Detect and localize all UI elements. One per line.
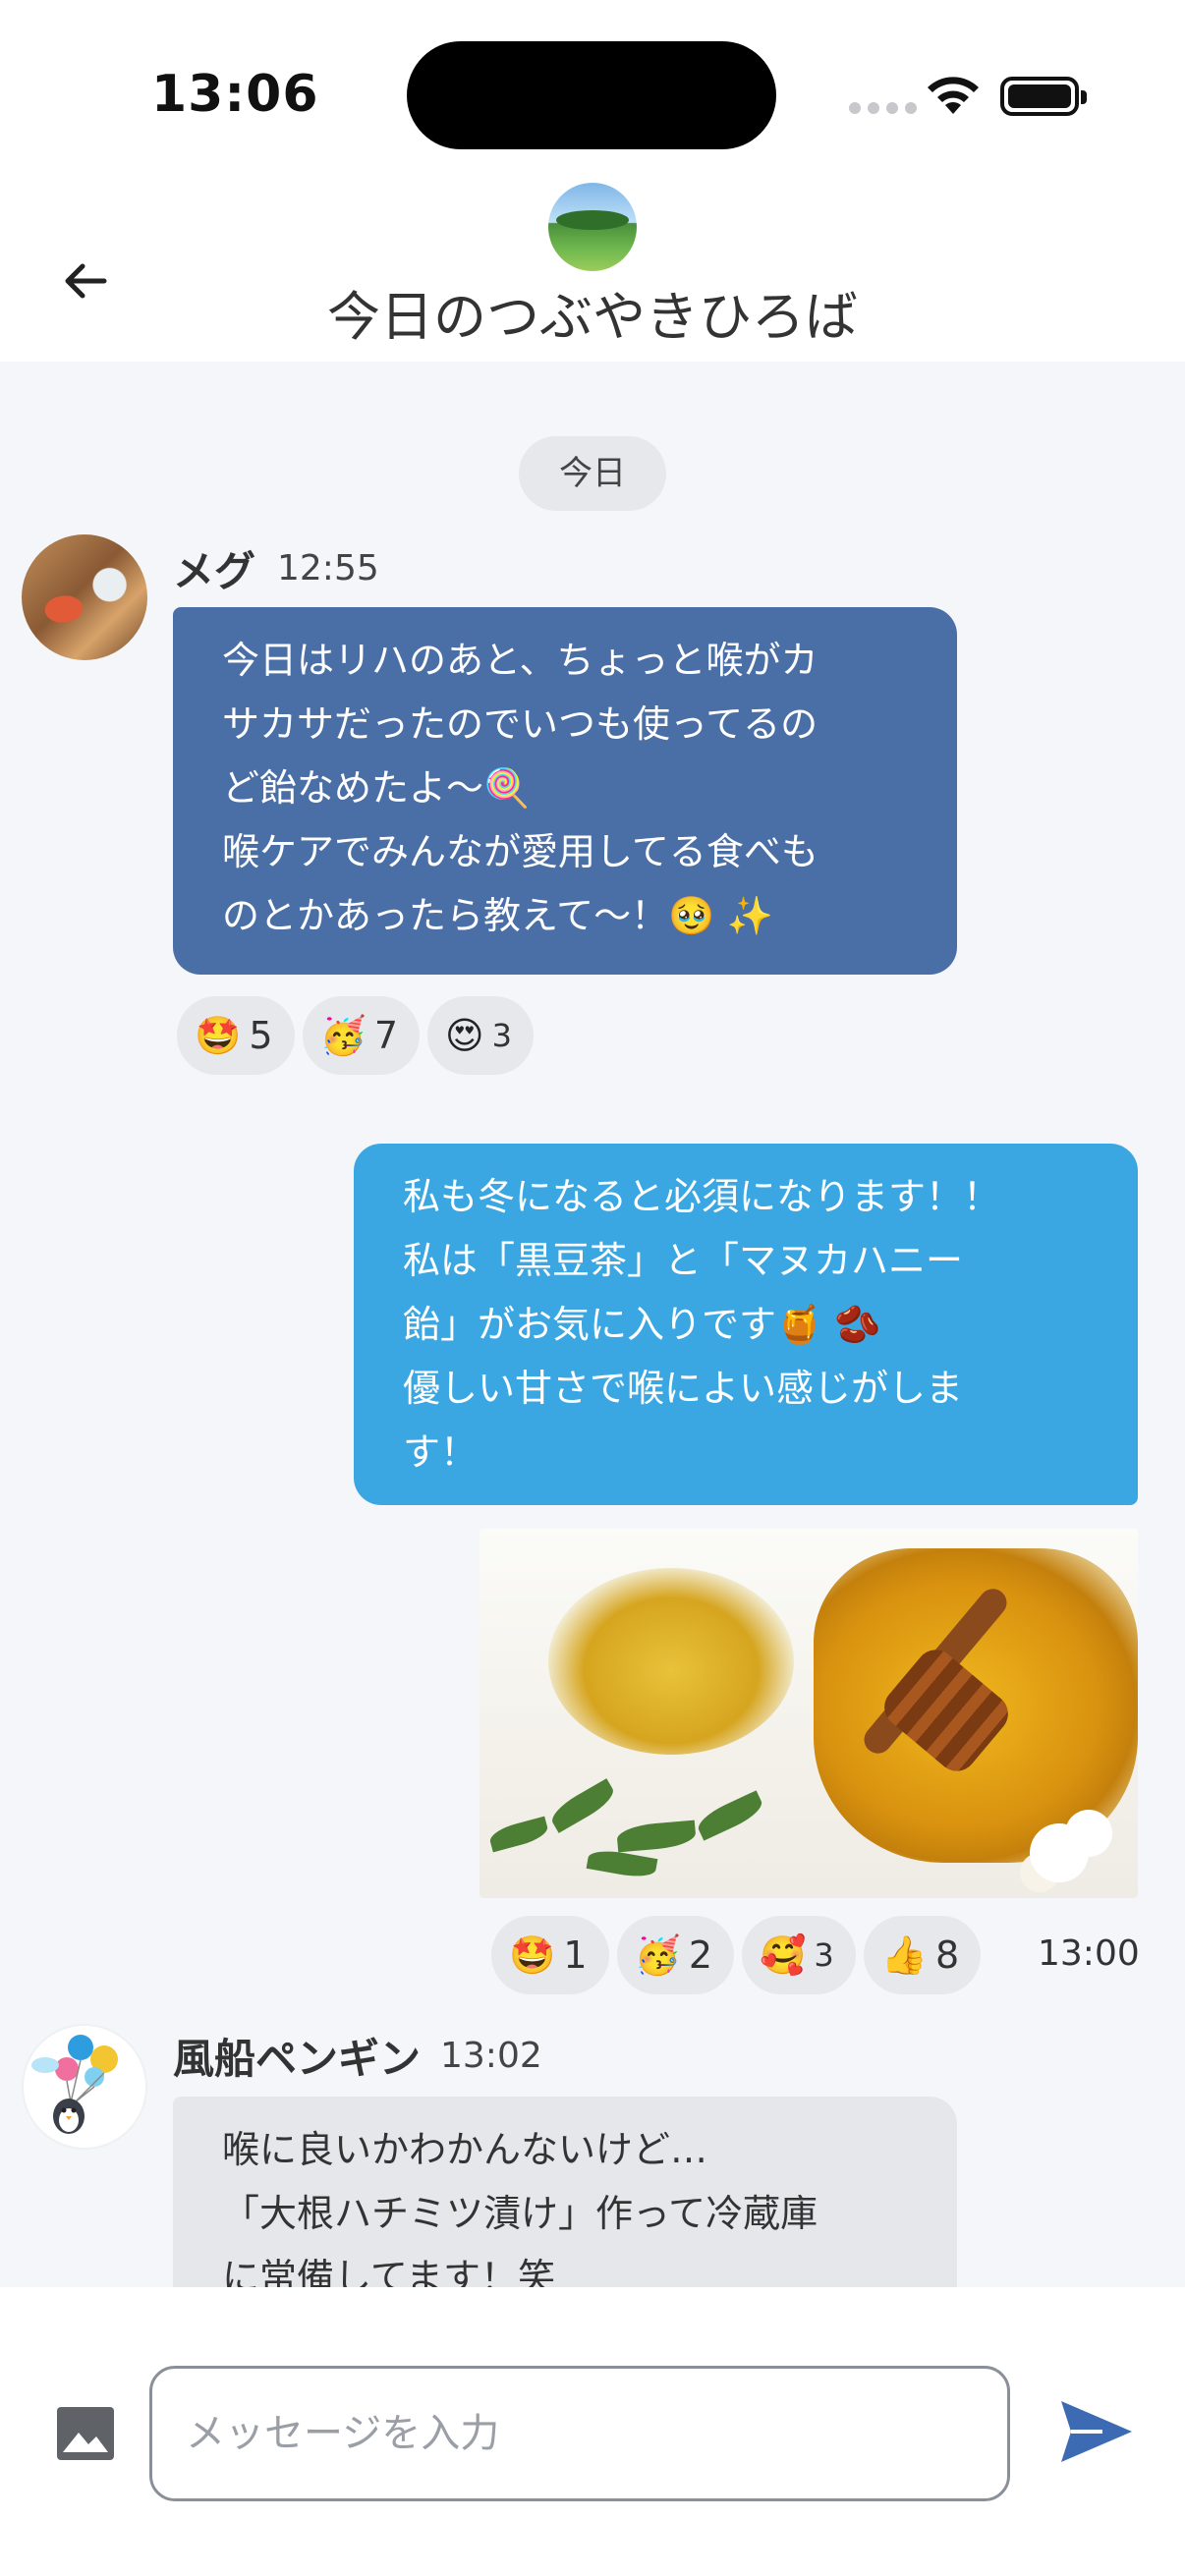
balloon-penguin-icon [31,2035,118,2134]
chat-header: 今日のつぶやきひろば [0,177,1185,362]
message-time: 13:02 [440,2036,542,2076]
message-text-line: 私も冬になると必須になります！！ [403,1175,1001,1218]
image-icon[interactable] [55,2403,116,2464]
reaction-bar: 🤩 1 🥳 2 🥰 3 👍 8 [491,1916,982,1994]
thumbs-up-emoji: 👍 [880,1933,929,1977]
message-bubble-outgoing[interactable]: 私も冬になると必須になります！！ 私は「黒豆茶」と「マヌカハニー 飴」がお気に入… [354,1144,1138,1505]
reaction-count: 3 [491,1017,513,1054]
honey-bowl [548,1568,794,1755]
status-bar: 13:06 [0,0,1185,177]
room-avatar[interactable] [548,183,637,271]
reaction-bar: 🤩 5 🥳 7 😍 3 [177,996,535,1075]
message-bubble[interactable]: 今日はリハのあと、ちょっと喉がカ サカサだったのでいつも使ってるの ど飴なめたよ… [173,607,957,975]
message-text-line: ど飴なめたよ〜🍭 [222,766,531,810]
message-time: 13:00 [1038,1933,1140,1974]
message-text-line: 私は「黒豆茶」と「マヌカハニー [403,1239,964,1282]
star-struck-emoji: 🤩 [509,1933,556,1977]
reaction-count: 7 [373,1014,399,1057]
leaf [487,1816,550,1853]
message-text-line: に常備してます！笑 [222,2256,555,2287]
reaction-chip[interactable]: 🤩 5 [177,996,295,1075]
dynamic-island [407,41,776,149]
honey-photo[interactable] [480,1529,1138,1898]
room-title: 今日のつぶやきひろば [327,286,858,348]
message-time: 12:55 [277,548,379,588]
reaction-chip[interactable]: 🤩 1 [491,1916,609,1994]
status-time: 13:06 [151,65,319,124]
reaction-count: 8 [935,1933,960,1977]
message-input[interactable] [149,2366,1010,2501]
message-text-line: 飴」がお気に入りです🍯 🫘 [403,1303,881,1346]
reaction-count: 3 [814,1936,834,1974]
leaf [616,1820,697,1853]
sender-name[interactable]: メグ [173,538,255,598]
message-text-line: す！ [403,1430,479,1474]
avatar-meg[interactable] [22,534,147,660]
message-composer [0,2287,1185,2576]
leaf [694,1790,766,1841]
reaction-chip[interactable]: 👍 8 [863,1916,982,1994]
smiling-hearts-emoji: 🥰 [760,1933,807,1977]
message-text-line: 喉ケアでみんなが愛用してる食べも [222,830,818,873]
message-text-line: 優しい甘さで喉によい感じがしま [403,1367,964,1410]
reaction-count: 2 [688,1933,713,1977]
send-icon[interactable] [1057,2397,1136,2466]
wifi-icon [928,77,979,114]
date-separator: 今日 [519,436,666,511]
reaction-count: 5 [249,1014,273,1057]
white-flower [1030,1823,1089,1882]
cellular-signal-icon [849,102,917,114]
reaction-chip[interactable]: 🥳 2 [616,1916,735,1994]
leaf [546,1778,619,1833]
message-text-line: のとかあったら教えて〜！🥹 ✨ [222,894,773,937]
star-struck-emoji: 🤩 [195,1014,242,1057]
heart-eyes-emoji: 😍 [445,1014,484,1057]
message-text-line: サカサだったのでいつも使ってるの [222,702,818,746]
leaf [586,1847,658,1880]
avatar-balloon-penguin[interactable] [22,2024,147,2150]
message-bubble[interactable]: 喉に良いかわかんないけど… 「大根ハチミツ漬け」作って冷蔵庫 に常備してます！笑 [173,2097,957,2287]
sender-name[interactable]: 風船ペンギン [173,2026,421,2086]
message-text-line: 喉に良いかわかんないけど… [222,2128,708,2171]
message-text-line: 「大根ハチミツ漬け」作って冷蔵庫 [222,2192,818,2235]
party-face-emoji: 🥳 [634,1933,681,1977]
reaction-chip[interactable]: 😍 3 [427,996,535,1075]
party-face-emoji: 🥳 [319,1014,367,1057]
reaction-chip[interactable]: 🥳 7 [302,996,421,1075]
battery-icon [1000,77,1087,116]
message-list[interactable]: 今日 メグ 12:55 今日はリハのあと、ちょっと喉がカ サカサだったのでいつも… [0,362,1185,2287]
reaction-count: 1 [563,1933,588,1977]
reaction-chip[interactable]: 🥰 3 [742,1916,856,1994]
message-text-line: 今日はリハのあと、ちょっと喉がカ [222,639,818,682]
